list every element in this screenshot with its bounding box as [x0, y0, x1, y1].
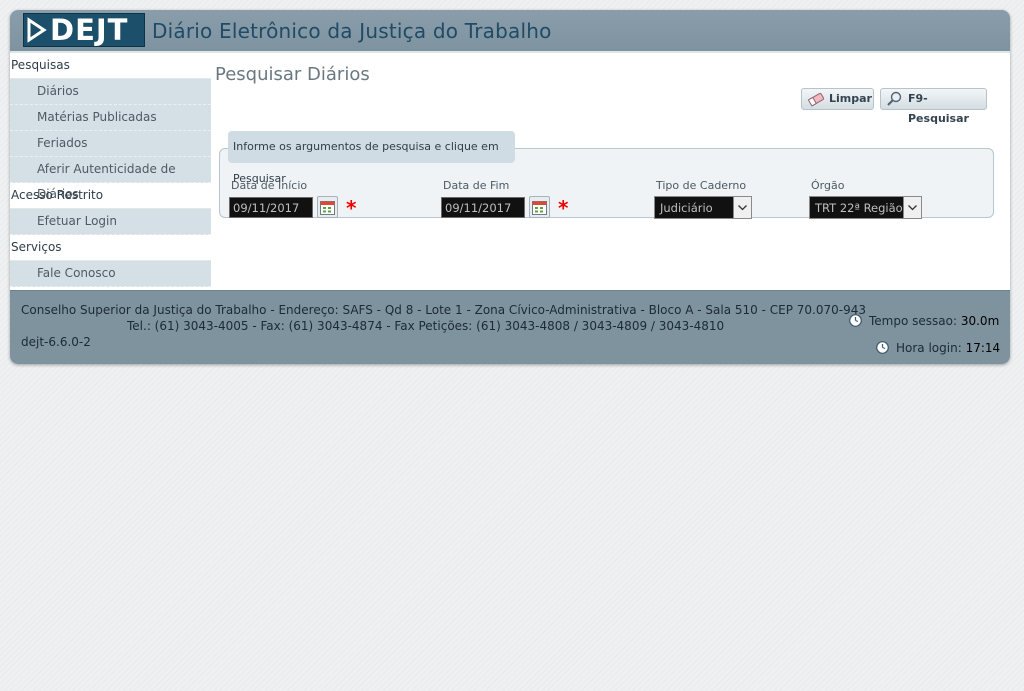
data-fim-calendar-button[interactable]	[529, 196, 550, 218]
app-window: DEJT Diário Eletrônico da Justiça do Tra…	[10, 10, 1010, 364]
data-inicio-label: Data de Início	[231, 179, 308, 192]
data-fim-label: Data de Fim	[443, 179, 510, 192]
session-time: Tempo sessao: 30.0m	[869, 313, 999, 329]
tipo-caderno-label: Tipo de Caderno	[656, 179, 747, 192]
login-time: Hora login: 17:14	[896, 340, 1000, 356]
sidebar-item-fale-conosco[interactable]: Fale Conosco	[10, 261, 211, 287]
calendar-icon	[532, 201, 547, 215]
app-title: Diário Eletrônico da Justiça do Trabalho	[152, 19, 552, 43]
header-bar: DEJT Diário Eletrônico da Justiça do Tra…	[10, 10, 1010, 51]
logo-text: DEJT	[50, 13, 129, 47]
orgao-dropdown[interactable]	[903, 197, 921, 218]
dejt-arrow-icon	[27, 17, 47, 43]
magnifier-icon	[887, 91, 902, 106]
data-inicio-required-mark: *	[346, 196, 357, 220]
sidebar-item-efetuar-login[interactable]: Efetuar Login	[10, 209, 211, 235]
tipo-caderno-select[interactable]: Judiciário	[654, 196, 752, 219]
sidebar: Pesquisas Diários Matérias Publicadas Fe…	[10, 53, 211, 287]
pesquisar-button[interactable]: F9-Pesquisar	[880, 88, 987, 125]
clock-icon	[876, 341, 889, 354]
sidebar-item-diarios[interactable]: Diários	[10, 79, 211, 105]
limpar-label: Limpar	[829, 92, 872, 105]
orgao-value: TRT 22ª Região	[815, 201, 903, 215]
orgao-select[interactable]: TRT 22ª Região	[809, 196, 922, 219]
data-fim-required-mark: *	[558, 196, 569, 220]
eraser-icon	[807, 92, 825, 107]
sidebar-item-feriados[interactable]: Feriados	[10, 131, 211, 157]
sidebar-section-servicos[interactable]: Serviços	[10, 235, 211, 261]
sidebar-item-materias-publicadas[interactable]: Matérias Publicadas	[10, 105, 211, 131]
dejt-logo[interactable]: DEJT	[23, 13, 145, 47]
session-time-label: Tempo sessao:	[869, 314, 958, 328]
tipo-caderno-value: Judiciário	[660, 201, 713, 215]
data-inicio-input[interactable]: 09/11/2017	[229, 197, 313, 218]
orgao-label: Órgão	[811, 179, 845, 192]
calendar-icon	[320, 201, 335, 215]
sidebar-item-aferir-autenticidade[interactable]: Aferir Autenticidade de Diários	[10, 157, 211, 201]
footer-address: Conselho Superior da Justiça do Trabalho…	[21, 303, 866, 317]
page-title: Pesquisar Diários	[215, 64, 370, 85]
sidebar-section-pesquisas[interactable]: Pesquisas	[10, 53, 211, 79]
footer: Conselho Superior da Justiça do Trabalho…	[10, 290, 1010, 364]
limpar-button[interactable]: Limpar	[801, 88, 874, 110]
footer-version: dejt-6.6.0-2	[21, 335, 91, 349]
login-time-label: Hora login:	[896, 341, 962, 355]
data-inicio-calendar-button[interactable]	[317, 196, 338, 218]
login-time-value: 17:14	[965, 341, 1001, 355]
tipo-caderno-dropdown[interactable]	[733, 197, 751, 218]
sidebar-section-acesso-restrito[interactable]: Acesso Restrito	[10, 183, 211, 209]
main-content: Pesquisar Diários Limpar F9-Pesquisar In…	[211, 53, 1010, 290]
chevron-down-icon	[908, 205, 917, 211]
data-fim-input[interactable]: 09/11/2017	[441, 197, 525, 218]
clock-icon	[849, 314, 862, 327]
pesquisar-label: F9-Pesquisar	[908, 92, 969, 125]
footer-phones: Tel.: (61) 3043-4005 - Fax: (61) 3043-48…	[127, 319, 725, 333]
chevron-down-icon	[738, 205, 747, 211]
search-legend: Informe os argumentos de pesquisa e cliq…	[228, 131, 515, 185]
session-time-value: 30.0m	[960, 314, 1000, 328]
